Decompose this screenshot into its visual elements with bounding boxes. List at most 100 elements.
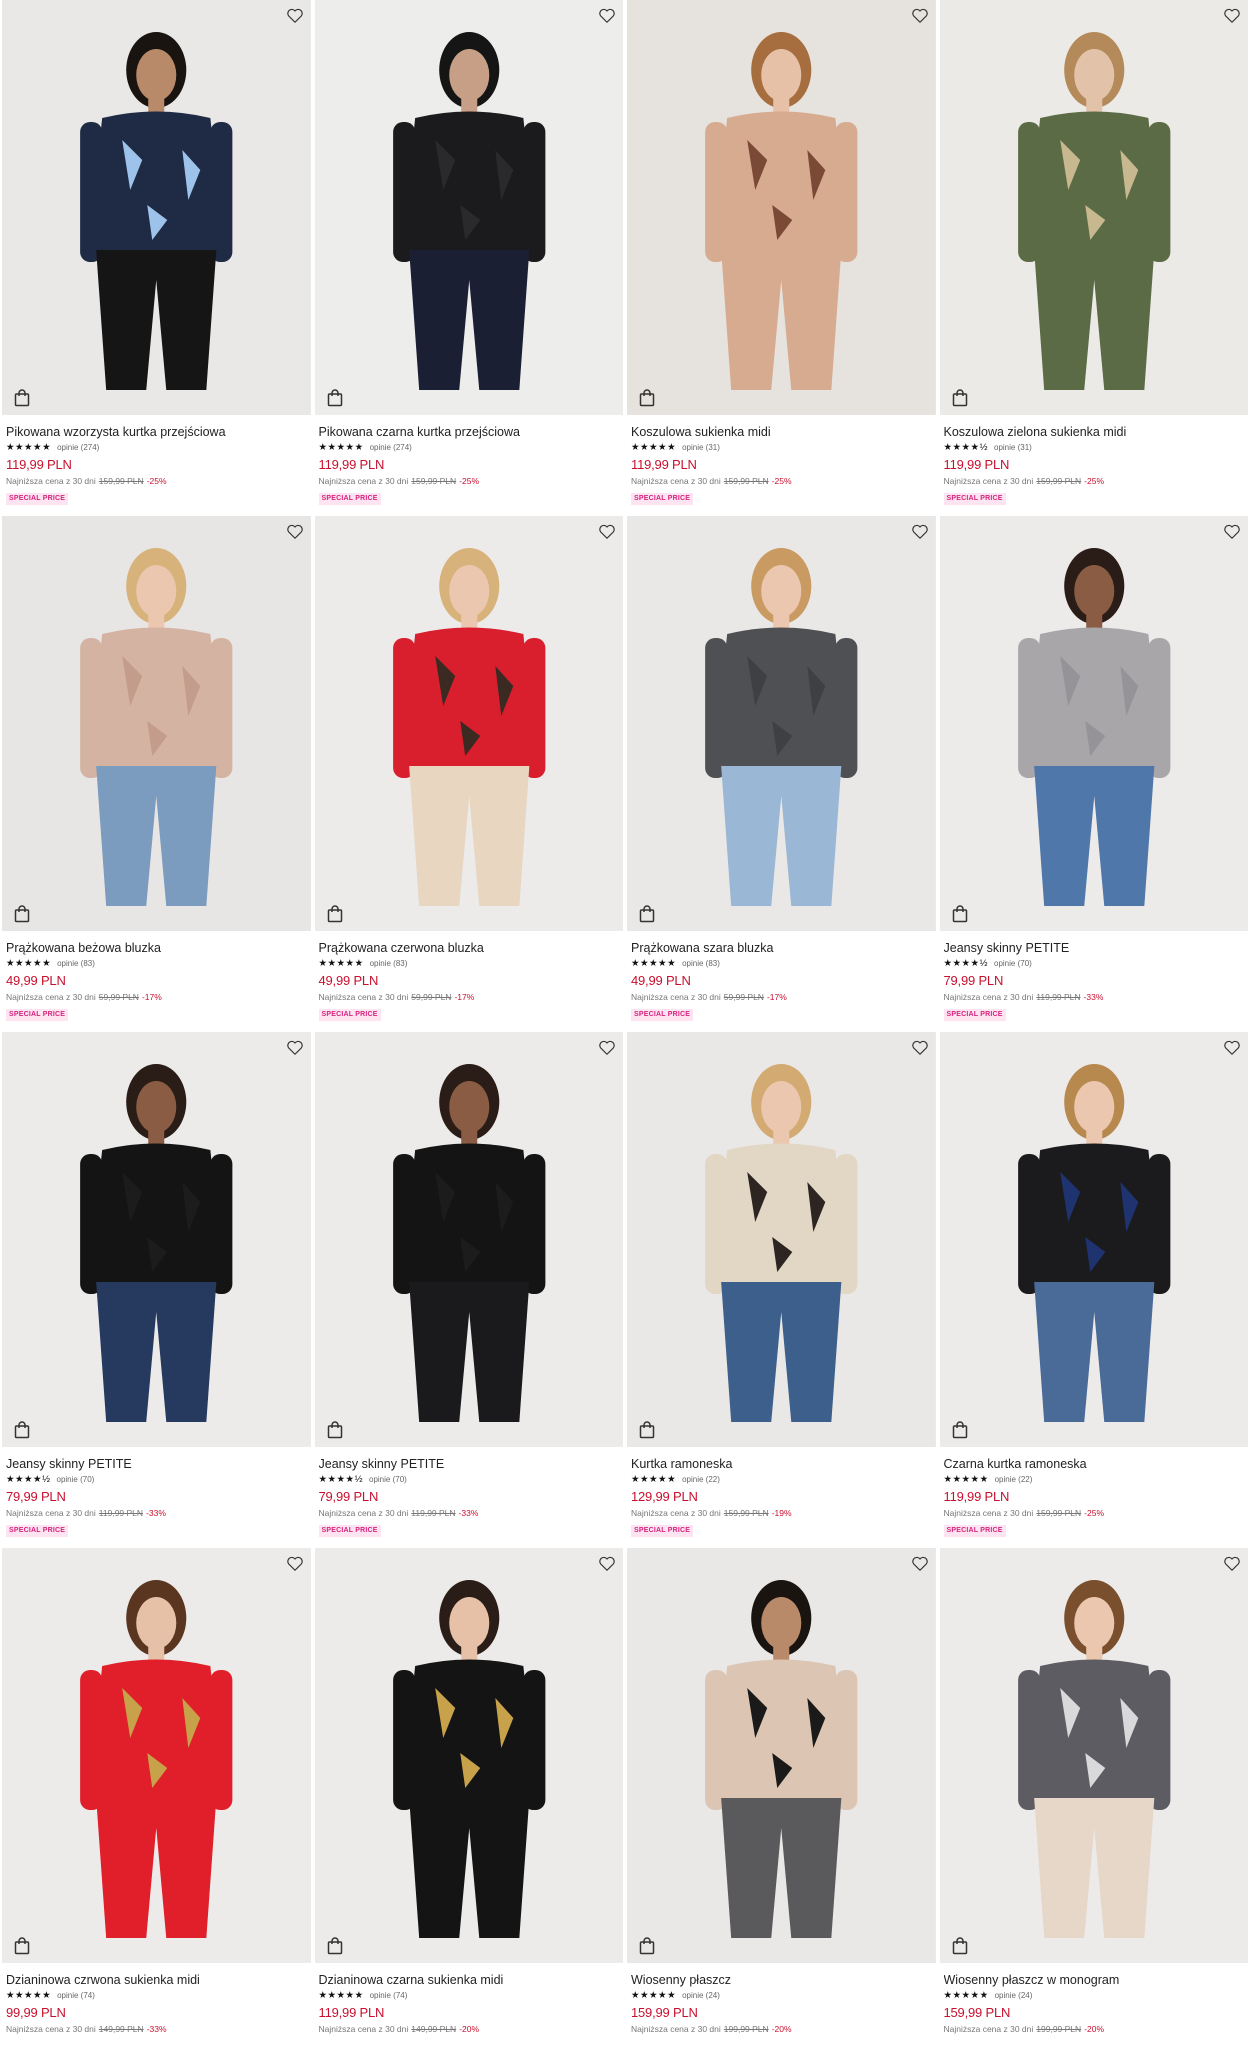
product-card[interactable]: Dzianinowa czarna sukienka midi ★★★★★ op… [313, 1548, 626, 2045]
add-to-bag-icon[interactable] [639, 1421, 655, 1439]
product-name[interactable]: Prążkowana beżowa bluzka [6, 941, 313, 956]
product-card[interactable]: Wiosenny płaszcz w monogram ★★★★★ opinie… [938, 1548, 1250, 2045]
product-name[interactable]: Wiosenny płaszcz w monogram [944, 1973, 1250, 1988]
product-photo[interactable] [2, 1032, 311, 1447]
product-name[interactable]: Wiosenny płaszcz [631, 1973, 938, 1988]
wishlist-heart-icon[interactable] [911, 1039, 929, 1056]
product-name[interactable]: Czarna kurtka ramoneska [944, 1457, 1250, 1472]
product-rating: ★★★★★ opinie (83) [631, 959, 938, 969]
product-photo[interactable] [939, 1548, 1248, 1963]
wishlist-heart-icon[interactable] [286, 1555, 304, 1572]
product-card[interactable]: Kurtka ramoneska ★★★★★ opinie (22) 129,9… [625, 1032, 938, 1548]
wishlist-heart-icon[interactable] [911, 1555, 929, 1572]
wishlist-heart-icon[interactable] [911, 7, 929, 24]
product-photo[interactable] [2, 516, 311, 931]
wishlist-heart-icon[interactable] [286, 7, 304, 24]
add-to-bag-icon[interactable] [14, 1421, 30, 1439]
product-card[interactable]: Jeansy skinny PETITE ★★★★½ opinie (70) 7… [938, 516, 1250, 1032]
add-to-bag-icon[interactable] [327, 905, 343, 923]
old-price: 59,99 PLN [411, 992, 452, 1002]
wishlist-heart-icon[interactable] [911, 523, 929, 540]
product-name[interactable]: Kurtka ramoneska [631, 1457, 938, 1472]
add-to-bag-icon[interactable] [952, 1421, 968, 1439]
product-name[interactable]: Prążkowana czerwona bluzka [319, 941, 626, 956]
add-to-bag-icon[interactable] [639, 389, 655, 407]
product-name[interactable]: Pikowana czarna kurtka przejściowa [319, 425, 626, 440]
review-count: opinie (22) [682, 1475, 720, 1484]
wishlist-heart-icon[interactable] [1223, 1555, 1241, 1572]
lowest-price-label: Najniższa cena z 30 dni [631, 2024, 721, 2034]
product-price: 119,99 PLN [943, 1489, 1010, 1504]
add-to-bag-icon[interactable] [327, 1421, 343, 1439]
product-rating: ★★★★★ opinie (74) [6, 1991, 313, 2001]
wishlist-heart-icon[interactable] [598, 1555, 616, 1572]
product-image [627, 1548, 936, 1963]
product-card[interactable]: Koszulowa zielona sukienka midi ★★★★½ op… [938, 0, 1250, 516]
product-card[interactable]: Dzianinowa czrwona sukienka midi ★★★★★ o… [0, 1548, 313, 2045]
product-card[interactable]: Prążkowana szara bluzka ★★★★★ opinie (83… [625, 516, 938, 1032]
product-photo[interactable] [314, 1032, 623, 1447]
product-price: 119,99 PLN [6, 457, 72, 472]
add-to-bag-icon[interactable] [639, 1937, 655, 1955]
add-to-bag-icon[interactable] [952, 1937, 968, 1955]
product-photo[interactable] [939, 516, 1248, 931]
lowest-price-label: Najniższa cena z 30 dni [943, 992, 1034, 1002]
wishlist-heart-icon[interactable] [598, 1039, 616, 1056]
add-to-bag-icon[interactable] [327, 1937, 343, 1955]
product-rating: ★★★★½ opinie (70) [944, 959, 1250, 969]
product-name[interactable]: Jeansy skinny PETITE [319, 1457, 626, 1472]
add-to-bag-icon[interactable] [639, 905, 655, 923]
product-photo[interactable] [2, 0, 311, 415]
product-name[interactable]: Dzianinowa czarna sukienka midi [319, 1973, 626, 1988]
product-rating: ★★★★★ opinie (24) [631, 1991, 938, 2001]
add-to-bag-icon[interactable] [14, 389, 30, 407]
wishlist-heart-icon[interactable] [1223, 1039, 1241, 1056]
product-photo[interactable] [2, 1548, 311, 1963]
wishlist-heart-icon[interactable] [286, 523, 304, 540]
add-to-bag-icon[interactable] [327, 389, 343, 407]
product-image [939, 1548, 1248, 1963]
add-to-bag-icon[interactable] [952, 905, 968, 923]
product-photo[interactable] [314, 1548, 623, 1963]
product-card[interactable]: Koszulowa sukienka midi ★★★★★ opinie (31… [625, 0, 938, 516]
product-card[interactable]: Wiosenny płaszcz ★★★★★ opinie (24) 159,9… [625, 1548, 938, 2045]
product-photo[interactable] [627, 1032, 936, 1447]
product-name[interactable]: Jeansy skinny PETITE [6, 1457, 313, 1472]
wishlist-heart-icon[interactable] [598, 523, 616, 540]
product-photo[interactable] [939, 1032, 1248, 1447]
product-name[interactable]: Koszulowa zielona sukienka midi [944, 425, 1250, 440]
review-count: opinie (31) [682, 443, 720, 452]
rating-stars: ★★★★★ [631, 442, 677, 453]
product-photo[interactable] [939, 0, 1248, 415]
product-card[interactable]: Jeansy skinny PETITE ★★★★½ opinie (70) 7… [0, 1032, 313, 1548]
product-photo[interactable] [627, 1548, 936, 1963]
wishlist-heart-icon[interactable] [598, 7, 616, 24]
wishlist-heart-icon[interactable] [1223, 523, 1241, 540]
product-rating: ★★★★★ opinie (74) [319, 1991, 626, 2001]
product-name[interactable]: Koszulowa sukienka midi [631, 425, 938, 440]
product-photo[interactable] [314, 516, 623, 931]
product-name[interactable]: Dzianinowa czrwona sukienka midi [6, 1973, 313, 1988]
product-photo[interactable] [627, 0, 936, 415]
product-card[interactable]: Pikowana wzorzysta kurtka przejściowa ★★… [0, 0, 313, 516]
wishlist-heart-icon[interactable] [286, 1039, 304, 1056]
product-card[interactable]: Prążkowana beżowa bluzka ★★★★★ opinie (8… [0, 516, 313, 1032]
product-photo[interactable] [314, 0, 623, 415]
product-card[interactable]: Pikowana czarna kurtka przejściowa ★★★★★… [313, 0, 626, 516]
add-to-bag-icon[interactable] [14, 905, 30, 923]
product-card[interactable]: Czarna kurtka ramoneska ★★★★★ opinie (22… [938, 1032, 1250, 1548]
add-to-bag-icon[interactable] [952, 389, 968, 407]
product-image [314, 1548, 623, 1963]
add-to-bag-icon[interactable] [14, 1937, 30, 1955]
product-photo[interactable] [627, 516, 936, 931]
product-name[interactable]: Pikowana wzorzysta kurtka przejściowa [6, 425, 313, 440]
product-card[interactable]: Prążkowana czerwona bluzka ★★★★★ opinie … [313, 516, 626, 1032]
product-name[interactable]: Prążkowana szara bluzka [631, 941, 938, 956]
product-card[interactable]: Jeansy skinny PETITE ★★★★½ opinie (70) 7… [313, 1032, 626, 1548]
lowest-price-label: Najniższa cena z 30 dni [943, 476, 1034, 486]
wishlist-heart-icon[interactable] [1223, 7, 1241, 24]
lowest-price-label: Najniższa cena z 30 dni [943, 2024, 1034, 2034]
product-name[interactable]: Jeansy skinny PETITE [944, 941, 1250, 956]
review-count: opinie (70) [56, 1475, 95, 1484]
product-rating: ★★★★★ opinie (31) [631, 443, 938, 453]
